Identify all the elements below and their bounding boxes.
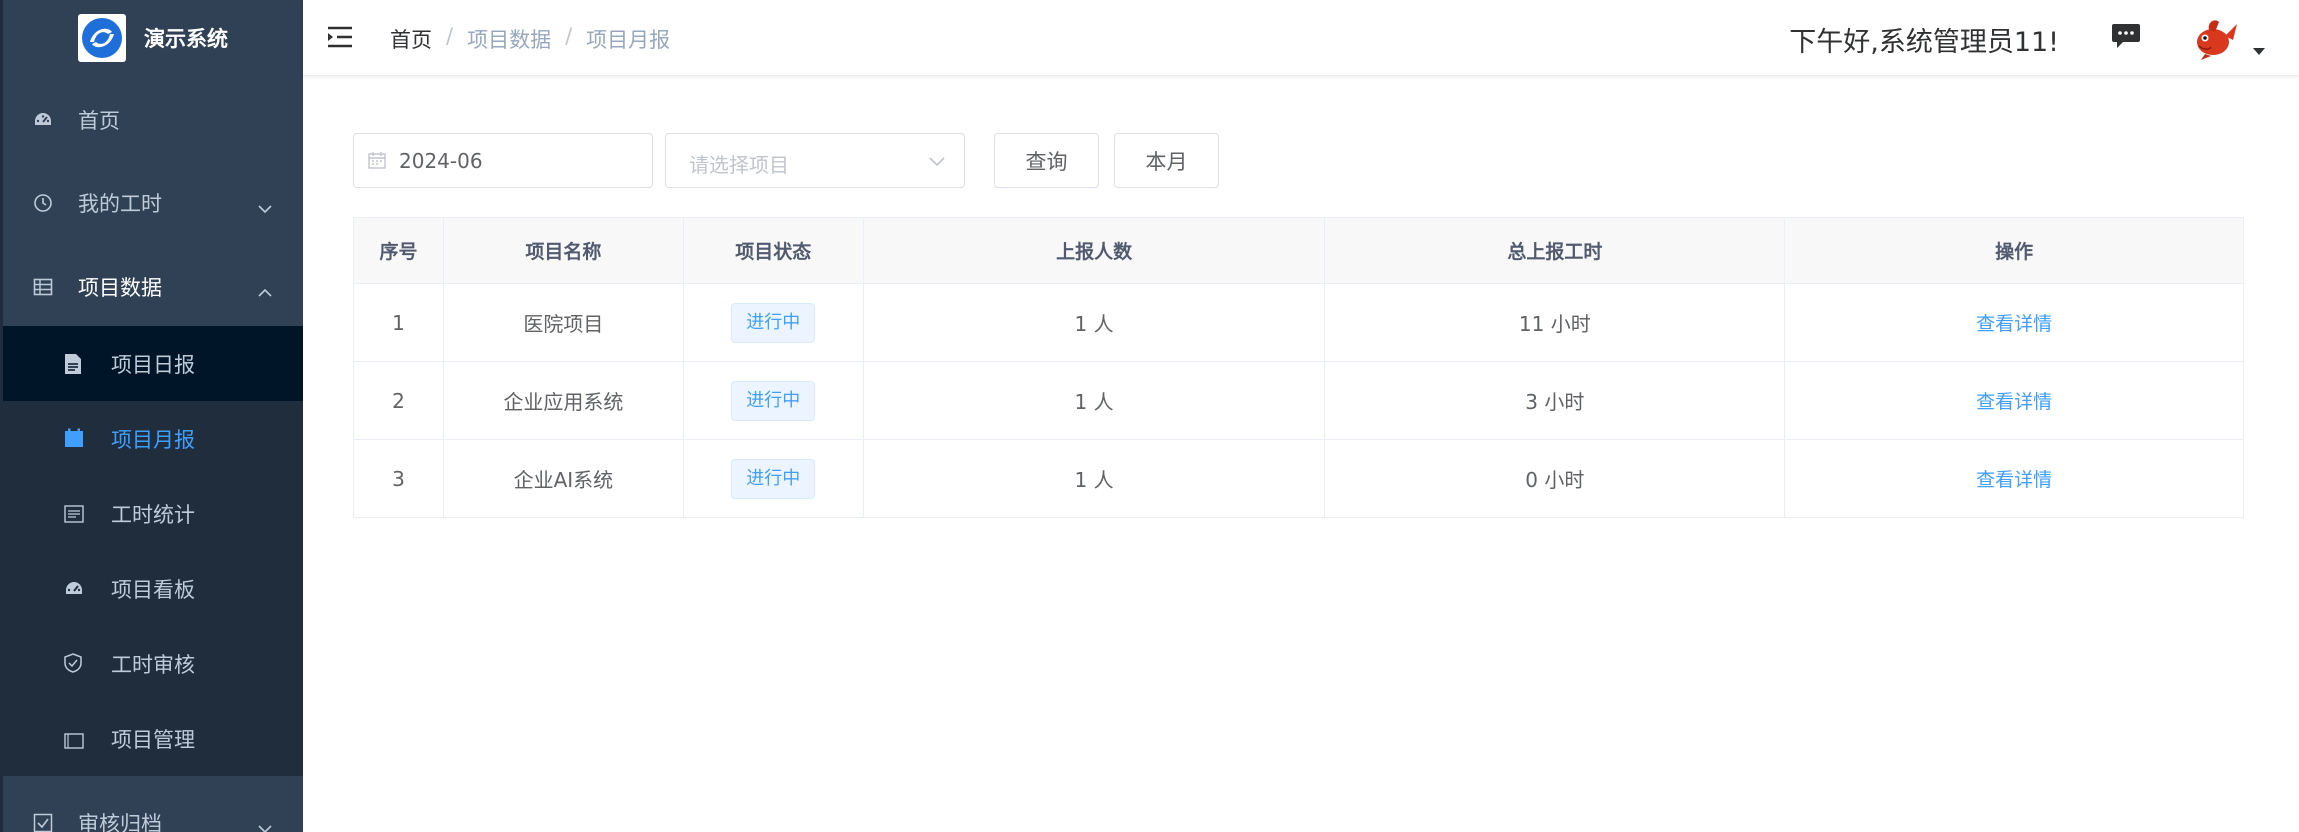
breadcrumb-separator: /: [565, 24, 573, 48]
greeting-text: 下午好,系统管理员11!: [1789, 27, 2059, 58]
row-index: 1: [353, 283, 444, 362]
caret-down-icon[interactable]: [2253, 48, 2265, 55]
project-name: 企业应用系统: [442, 361, 684, 440]
calendar-icon: [368, 151, 386, 173]
chart-icon: [64, 504, 84, 528]
total-hours: 11 小时: [1324, 283, 1786, 362]
project-select-placeholder: 请选择项目: [689, 153, 789, 177]
app-title: 演示系统: [144, 26, 228, 51]
sidebar-item-home[interactable]: 首页: [3, 85, 303, 155]
logo-icon: [78, 13, 126, 62]
reporter-count: 1 人: [862, 439, 1326, 518]
sidebar-item-hours-review[interactable]: 工时审核: [3, 626, 303, 701]
sidebar-item-label: 工时统计: [111, 502, 195, 527]
status-badge: 进行中: [731, 458, 816, 499]
column-header: 序号: [353, 217, 444, 284]
sidebar: 演示系统 首页 我的工时 项目数据 项目日报 项目月报 工时统计 项目看板 工时…: [0, 0, 303, 832]
sidebar-item-label: 工时审核: [111, 652, 195, 677]
project-select[interactable]: 请选择项目: [665, 133, 965, 188]
breadcrumb: 首页 / 项目数据 / 项目月报: [390, 24, 670, 54]
reporter-count: 1 人: [862, 283, 1326, 362]
top-navbar: 首页 / 项目数据 / 项目月报 下午好,系统管理员11!: [303, 0, 2299, 76]
sidebar-item-project-board[interactable]: 项目看板: [3, 551, 303, 626]
submenu: 项目日报 项目月报 工时统计 项目看板 工时审核 项目管理: [3, 326, 303, 776]
sidebar-item-label: 首页: [78, 109, 120, 133]
column-header: 项目状态: [682, 217, 864, 284]
month-picker-value: 2024-06: [399, 149, 483, 173]
folder-icon: [64, 730, 84, 754]
sidebar-item-label: 我的工时: [78, 192, 162, 216]
avatar[interactable]: [2191, 14, 2239, 62]
sidebar-item-monthly-report[interactable]: 项目月报: [3, 401, 303, 476]
checkbox-icon: [33, 813, 53, 832]
breadcrumb-separator: /: [446, 24, 454, 48]
chevron-up-icon: [257, 280, 273, 304]
view-details-link[interactable]: 查看详情: [1976, 391, 2052, 413]
chevron-down-icon: [257, 196, 273, 220]
project-name: 企业AI系统: [442, 439, 684, 518]
query-button[interactable]: 查询: [994, 133, 1099, 188]
sidebar-item-daily-report[interactable]: 项目日报: [3, 326, 303, 401]
sidebar-item-label: 项目数据: [78, 276, 162, 300]
sidebar-item-archive[interactable]: 审核归档: [3, 788, 303, 832]
sidebar-item-label: 项目日报: [111, 352, 195, 377]
message-icon[interactable]: [2111, 22, 2141, 54]
total-hours: 0 小时: [1324, 439, 1786, 518]
hamburger-icon[interactable]: [327, 25, 353, 53]
status-badge: 进行中: [731, 380, 816, 421]
table-row: 3 企业AI系统 进行中 1 人 0 小时 查看详情: [353, 439, 2244, 518]
sidebar-item-project-data[interactable]: 项目数据: [3, 252, 303, 322]
breadcrumb-home[interactable]: 首页: [390, 24, 432, 54]
document-icon: [64, 353, 82, 380]
column-header: 总上报工时: [1324, 217, 1786, 284]
column-header: 上报人数: [862, 217, 1326, 284]
table-row: 2 企业应用系统 进行中 1 人 3 小时 查看详情: [353, 361, 2244, 440]
column-header: 操作: [1784, 217, 2244, 284]
chevron-down-icon: [928, 153, 946, 172]
breadcrumb-current: 项目月报: [586, 28, 671, 52]
sidebar-item-project-manage[interactable]: 项目管理: [3, 701, 303, 776]
table-row: 1 医院项目 进行中 1 人 11 小时 查看详情: [353, 283, 2244, 362]
sidebar-item-label: 审核归档: [78, 812, 162, 832]
current-month-button[interactable]: 本月: [1114, 133, 1219, 188]
reporter-count: 1 人: [862, 361, 1326, 440]
shield-icon: [64, 653, 82, 678]
table-header-row: 序号 项目名称 项目状态 上报人数 总上报工时 操作: [353, 217, 2244, 284]
row-index: 2: [353, 361, 444, 440]
sidebar-item-label: 项目月报: [111, 427, 195, 452]
column-header: 项目名称: [442, 217, 684, 284]
view-details-link[interactable]: 查看详情: [1976, 313, 2052, 335]
view-details-link[interactable]: 查看详情: [1976, 469, 2052, 491]
sidebar-item-label: 项目管理: [111, 727, 195, 752]
status-badge: 进行中: [731, 302, 816, 343]
logo[interactable]: 演示系统: [3, 0, 303, 75]
dashboard-icon: [64, 579, 84, 603]
row-index: 3: [353, 439, 444, 518]
breadcrumb-project-data: 项目数据: [467, 28, 552, 52]
sidebar-item-hours-stats[interactable]: 工时统计: [3, 476, 303, 551]
clock-icon: [33, 193, 53, 213]
sidebar-item-my-hours[interactable]: 我的工时: [3, 168, 303, 238]
month-picker[interactable]: 2024-06: [353, 133, 653, 188]
calendar-icon: [64, 428, 84, 453]
monthly-report-table: 序号 项目名称 项目状态 上报人数 总上报工时 操作 1 医院项目 进行中 1 …: [353, 217, 2244, 518]
dashboard-icon: [33, 111, 53, 129]
project-name: 医院项目: [442, 283, 684, 362]
table-icon: [33, 278, 53, 296]
total-hours: 3 小时: [1324, 361, 1786, 440]
chevron-down-icon: [257, 816, 273, 832]
sidebar-item-label: 项目看板: [111, 577, 195, 602]
